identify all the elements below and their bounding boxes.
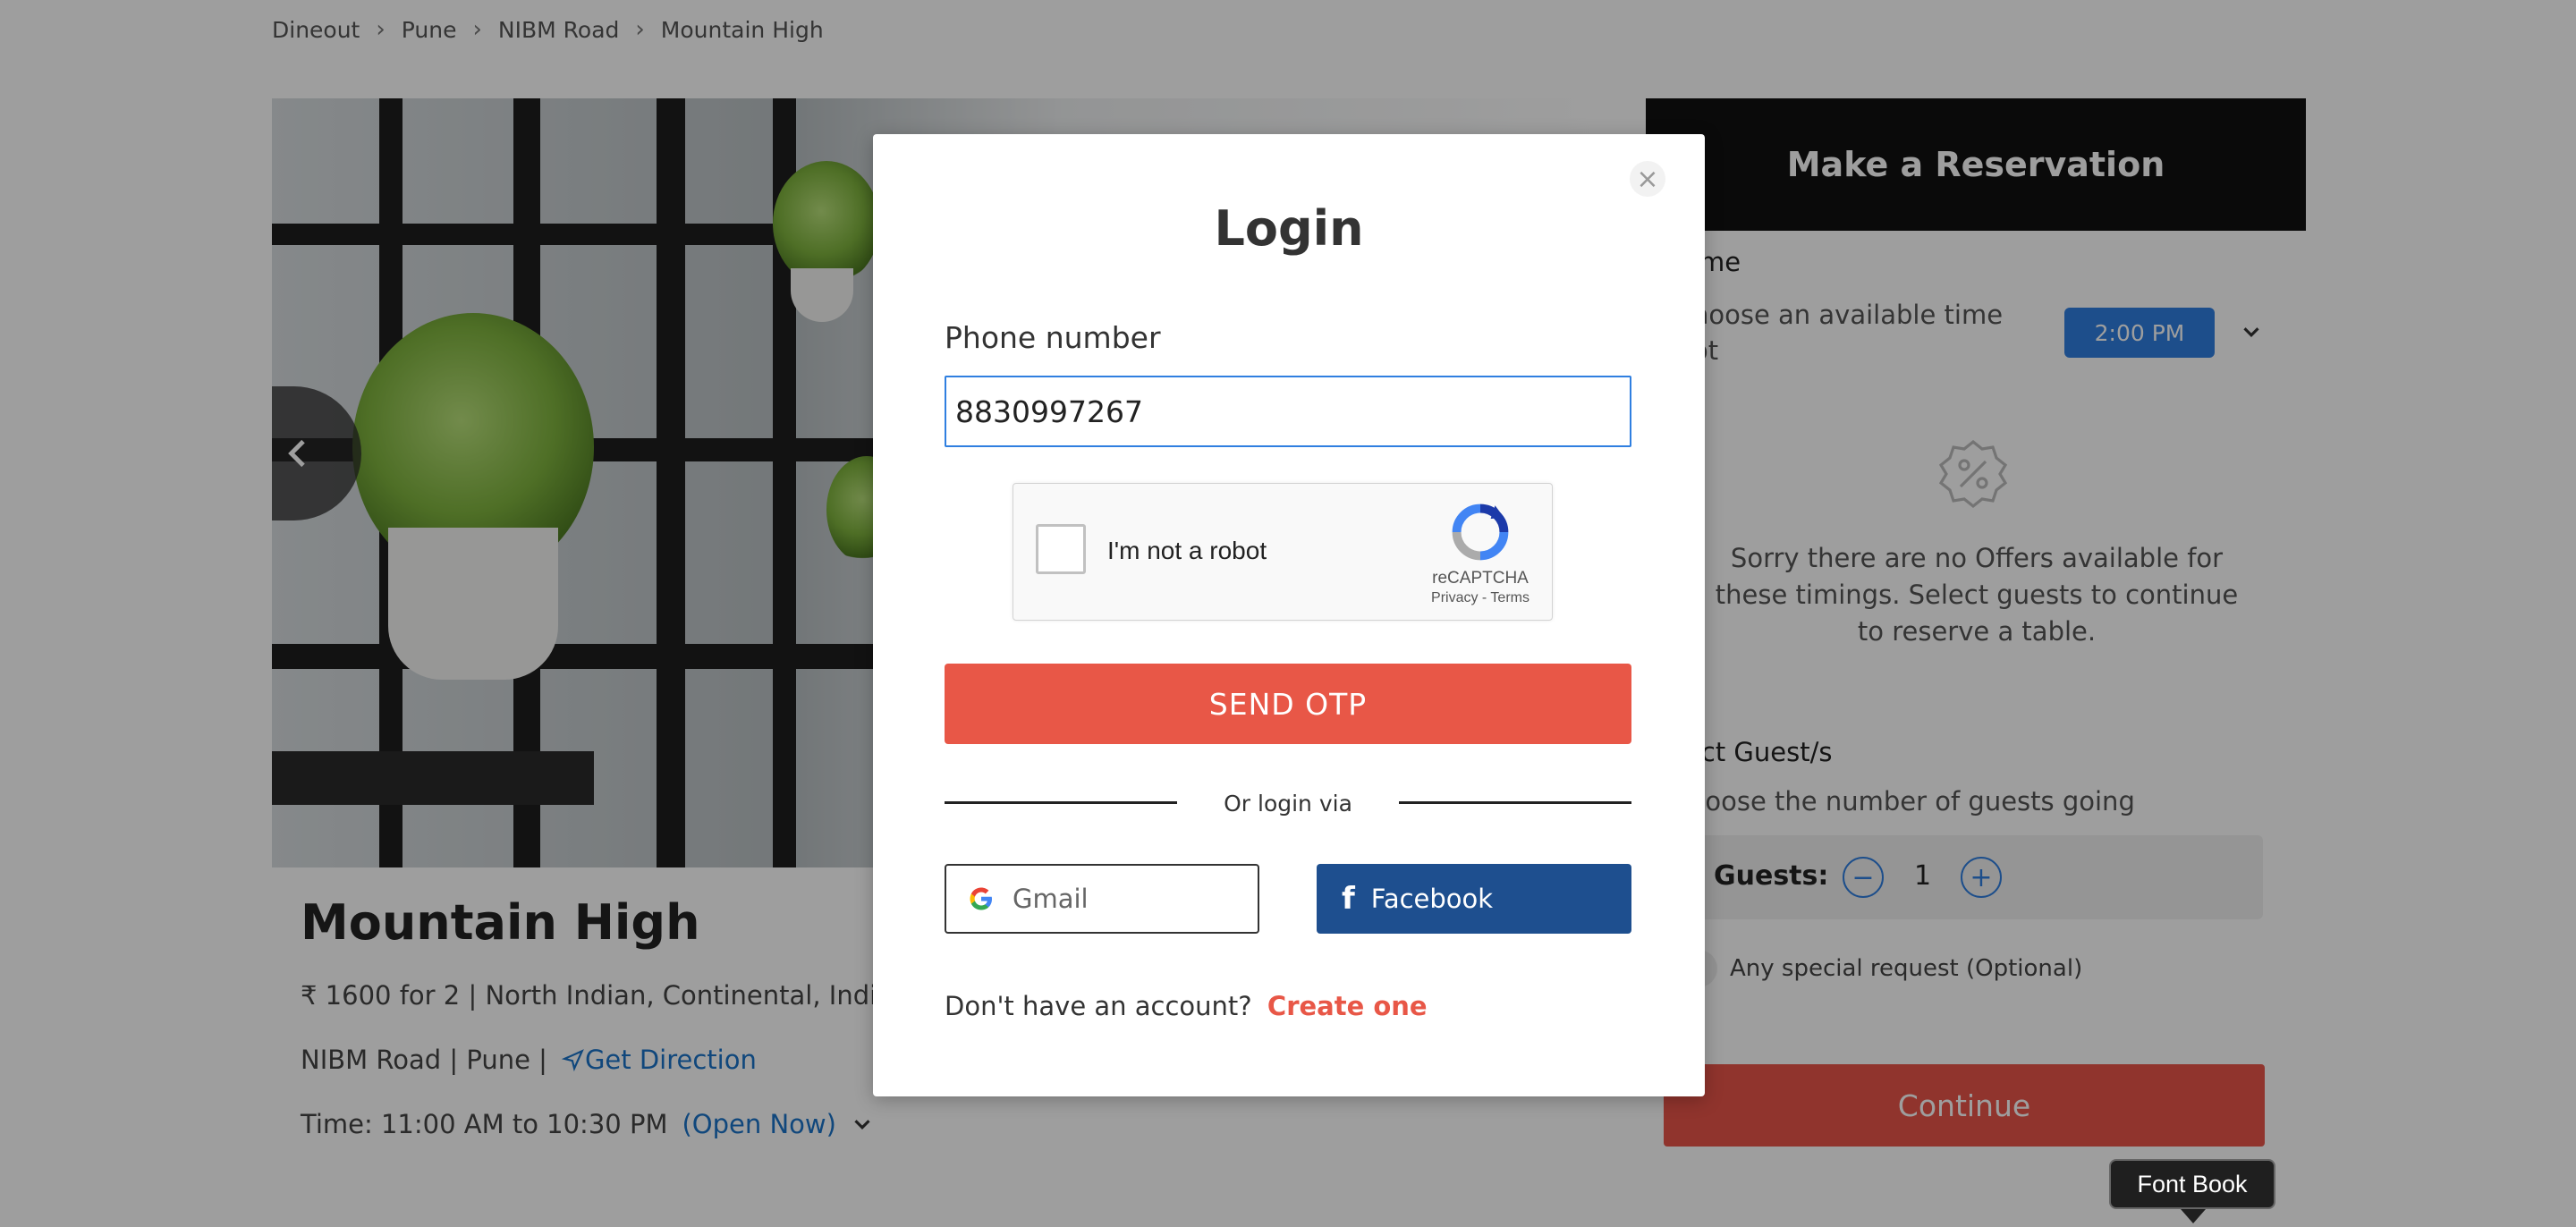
- recaptcha-logo-icon: [1452, 503, 1509, 561]
- divider-right: [1399, 801, 1631, 804]
- recaptcha-privacy-terms[interactable]: Privacy - Terms: [1413, 590, 1547, 606]
- google-icon: [970, 887, 992, 910]
- facebook-login-button[interactable]: f Facebook: [1317, 864, 1631, 934]
- facebook-icon: f: [1342, 881, 1355, 917]
- create-account-link[interactable]: Create one: [1267, 991, 1428, 1021]
- phone-label: Phone number: [945, 320, 1161, 355]
- login-title: Login: [1214, 200, 1364, 257]
- signup-prompt-text: Don't have an account?: [945, 991, 1252, 1021]
- phone-number-input[interactable]: [945, 376, 1631, 447]
- recaptcha-checkbox[interactable]: [1036, 524, 1086, 574]
- recaptcha-label: I'm not a robot: [1107, 537, 1267, 564]
- recaptcha-brand: reCAPTCHA: [1432, 569, 1529, 588]
- divider-left: [945, 801, 1177, 804]
- send-otp-button[interactable]: SEND OTP: [945, 664, 1631, 744]
- gmail-label: Gmail: [1013, 884, 1089, 914]
- tooltip-arrow: [2181, 1209, 2206, 1223]
- close-icon[interactable]: ×: [1630, 161, 1665, 197]
- gmail-login-button[interactable]: Gmail: [945, 864, 1259, 934]
- facebook-label: Facebook: [1370, 884, 1494, 914]
- font-book-tooltip: Font Book: [2109, 1159, 2275, 1209]
- signup-prompt: Don't have an account? Create one: [945, 991, 1428, 1021]
- login-via-divider: Or login via: [1224, 791, 1352, 817]
